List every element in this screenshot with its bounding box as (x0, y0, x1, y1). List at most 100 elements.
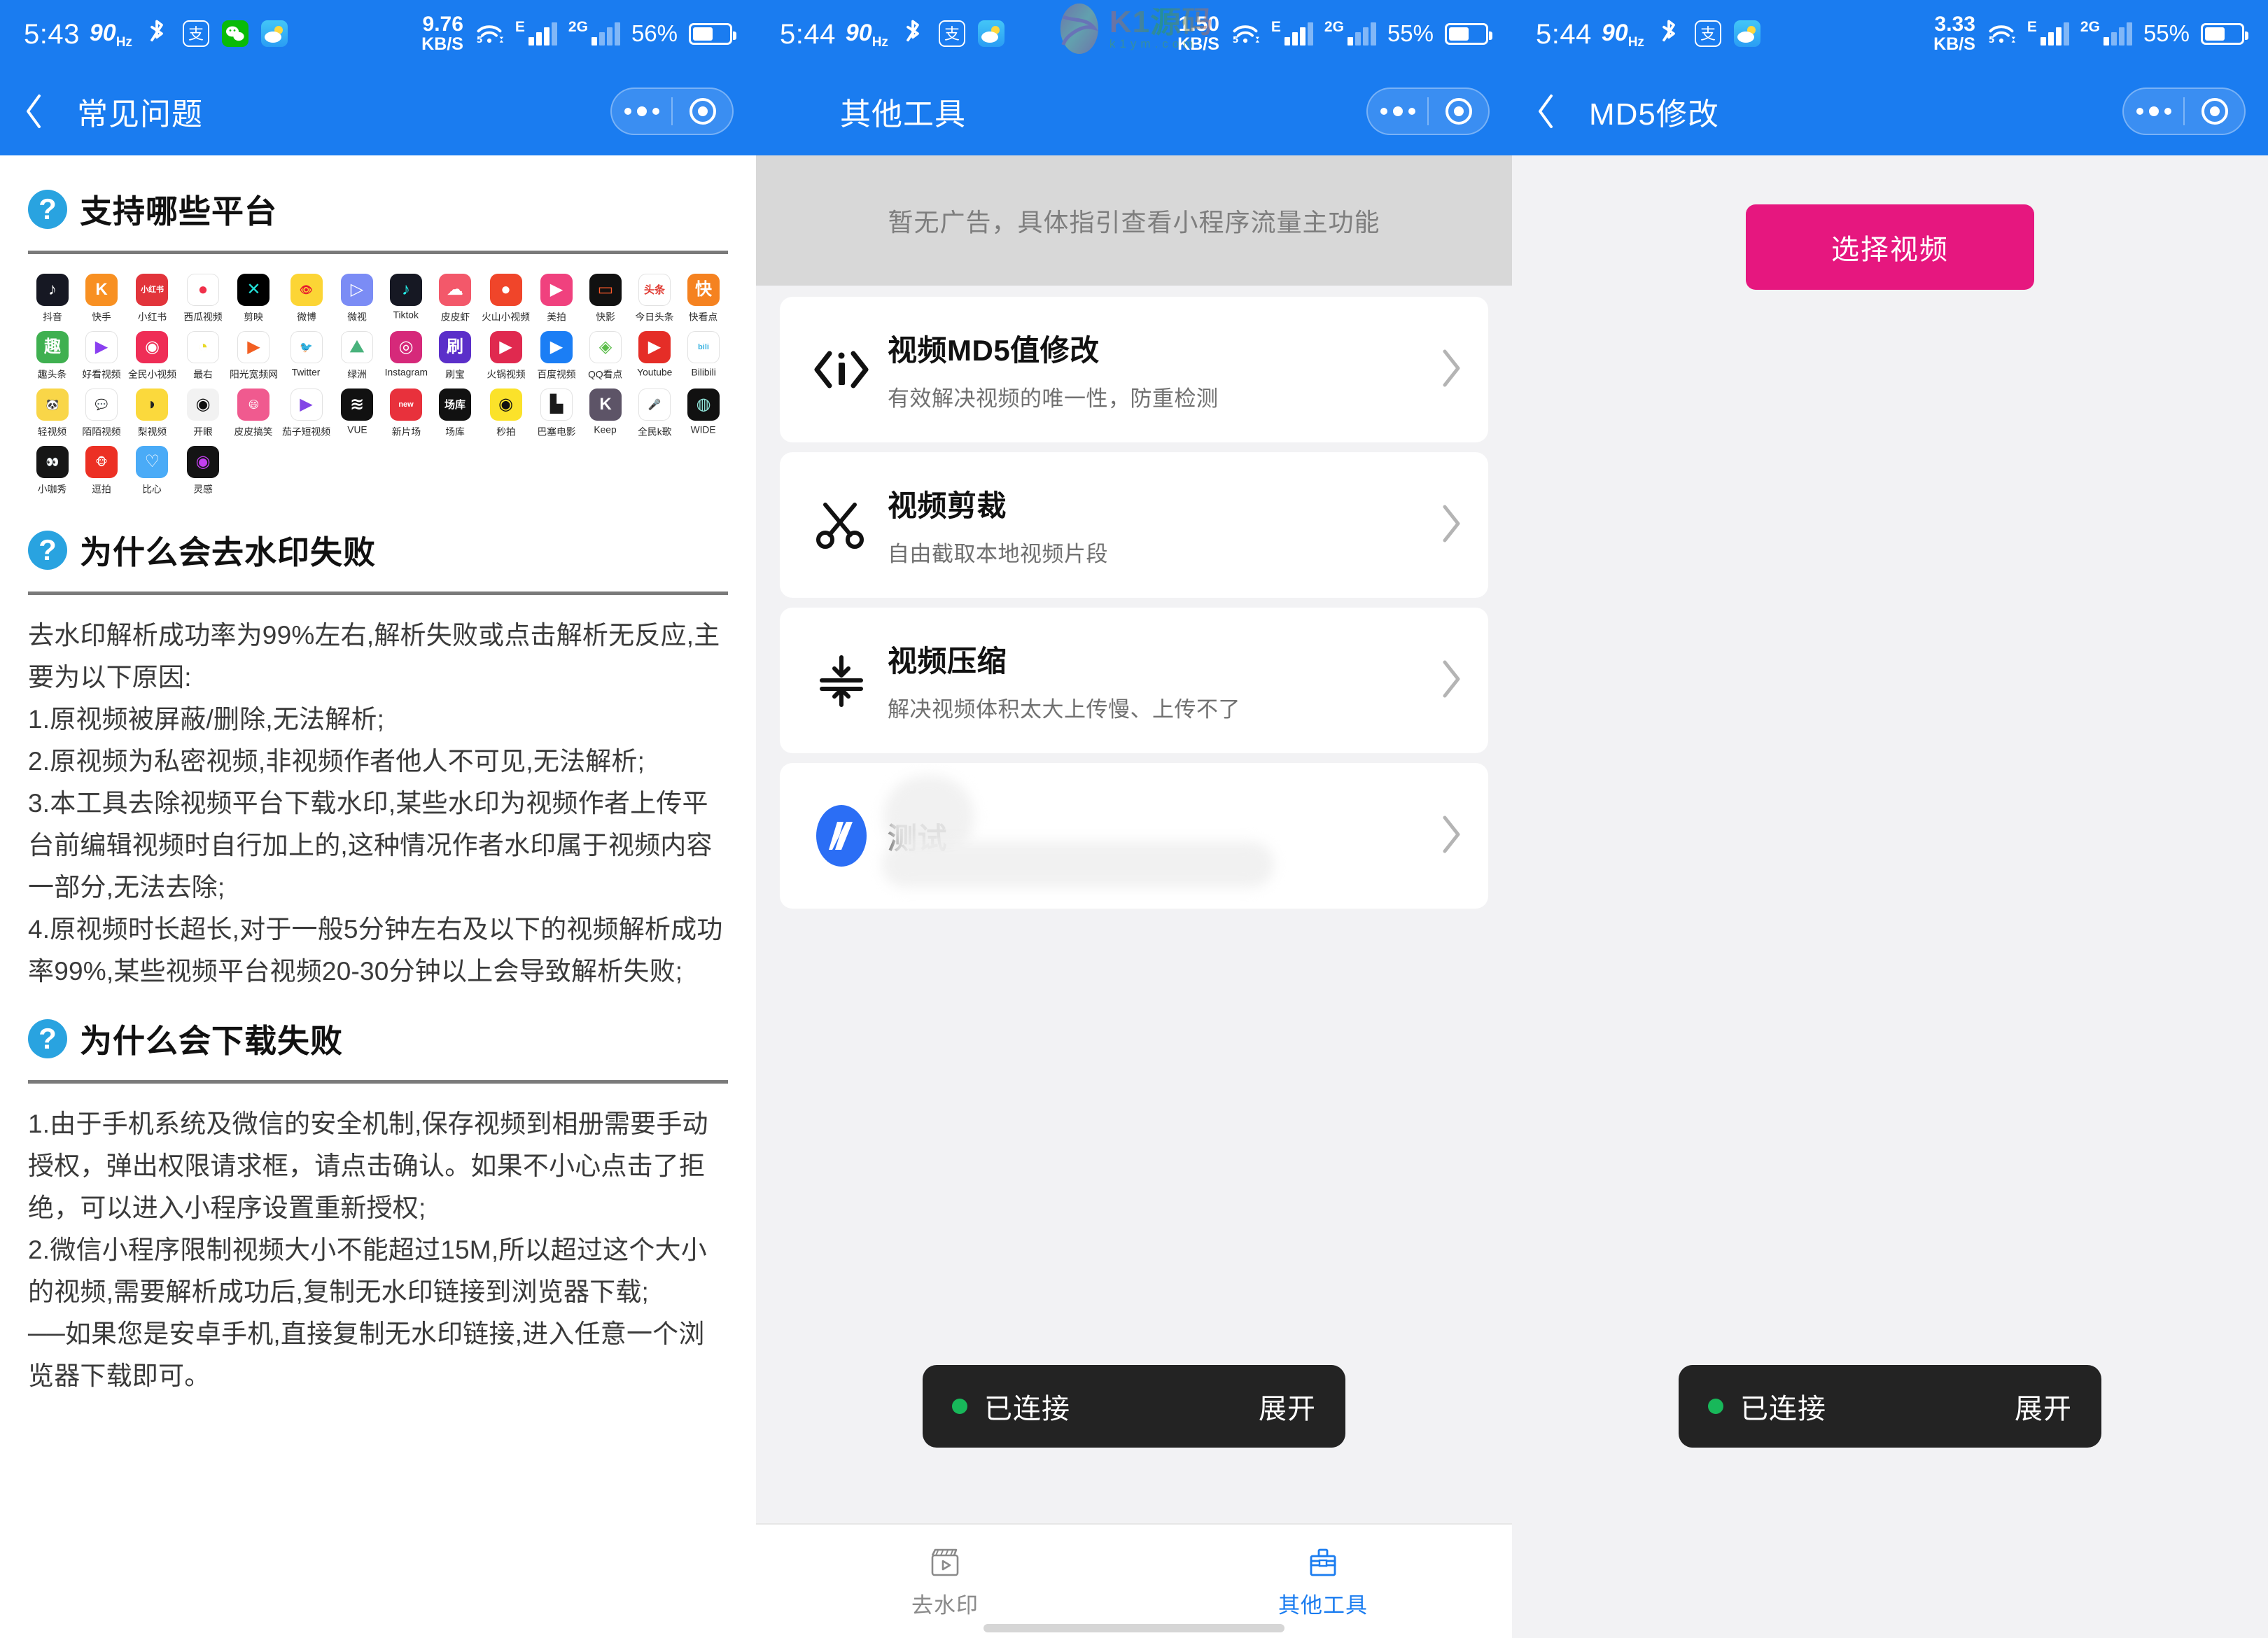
platform-label: 轻视频 (38, 426, 67, 438)
tool-card[interactable]: 视频压缩 解决视频体积太大上传慢、上传不了 (780, 608, 1488, 753)
twitter-icon: 🐦 (290, 331, 323, 363)
chevron-right-icon (1439, 348, 1463, 392)
weather-icon (260, 19, 289, 48)
platform-label: 巴塞电影 (537, 426, 576, 438)
network-speed: 9.76 KB/S (421, 12, 463, 54)
cellular-signal-2: 2G (568, 19, 620, 46)
tool-card[interactable]: 视频MD5值修改 有效解决视频的唯一性，防重检测 (780, 297, 1488, 442)
select-video-button[interactable]: 选择视频 (1746, 204, 2034, 290)
platform-label: 阳光宽频网 (229, 369, 278, 381)
zuiyou-icon: ◔ (186, 331, 219, 363)
tool-card[interactable]: 视频剪裁自由截取本地视频片段 (780, 452, 1488, 598)
platform-label: 比心 (142, 484, 162, 496)
platform-cell: ◎ Instagram (382, 331, 430, 382)
platform-label: 抖音 (43, 312, 62, 323)
navbar-faq: 常见问题 (0, 67, 756, 155)
platform-label: VUE (346, 424, 368, 436)
weishi-icon: ▷ (341, 274, 374, 306)
platform-label: 好看视频 (82, 369, 121, 381)
svg-text:支: 支 (188, 26, 204, 43)
bilibili-icon: bili (687, 331, 720, 363)
capsule-target-icon[interactable] (673, 98, 732, 125)
redaction-smudge (882, 841, 1274, 888)
toolbox-icon (1310, 1548, 1336, 1576)
tab-other-tools[interactable]: 其他工具 (1134, 1525, 1512, 1638)
faq-section-header-platforms: ? 支持哪些平台 (28, 155, 728, 232)
alipay-icon: 支 (937, 19, 967, 48)
network-speed: 3.33 KB/S (1933, 12, 1975, 54)
pipixia-icon: ☁ (439, 274, 471, 306)
capsule-target-icon[interactable] (2185, 98, 2244, 125)
svg-text:5: 5 (1989, 35, 1995, 46)
mini-program-capsule[interactable] (2122, 88, 2246, 135)
platform-cell: 👁 微博 (280, 274, 332, 324)
alipay-icon: 支 (1693, 19, 1723, 48)
code-info-icon (805, 340, 878, 400)
more-dots-icon[interactable] (1368, 106, 1427, 116)
platform-label: 茄子短视频 (282, 426, 331, 438)
status-left-group: 5:44 90Hz 支 (1536, 19, 1762, 49)
miaopai-icon: ◉ (489, 388, 522, 421)
instagram-icon: ◎ (390, 331, 423, 363)
pipigaoxiao-icon: 😄 (237, 388, 270, 421)
platform-cell: ◉ 秒拍 (479, 388, 532, 439)
tool-title: 视频剪裁 (888, 489, 1007, 522)
platform-label: 今日头条 (635, 312, 674, 323)
status-refresh-rate: 90Hz (845, 20, 888, 50)
youtube-icon: ▶ (638, 331, 671, 363)
back-icon[interactable] (1536, 92, 1574, 130)
network-speed: 1.50 KB/S (1177, 12, 1219, 54)
more-dots-icon[interactable] (612, 106, 671, 116)
home-indicator (983, 1624, 1284, 1632)
cellular-signal-1: E (515, 19, 557, 46)
back-icon[interactable] (24, 92, 62, 130)
compress-icon (805, 650, 878, 710)
mini-program-capsule[interactable] (610, 88, 734, 135)
quanminkge-icon: 🎤 (638, 388, 671, 421)
tool-card[interactable]: 测试 (780, 763, 1488, 909)
kuaikandian-icon: 快 (687, 274, 720, 306)
platform-label: 灵感 (193, 484, 213, 496)
faq-section-body: 去水印解析成功率为99%左右,解析失败或点击解析无反应,主要为以下原因: 1.原… (28, 621, 723, 986)
yangguang-icon: ▶ (237, 331, 270, 363)
platform-label: QQ看点 (588, 369, 623, 381)
status-dot-icon (1708, 1399, 1723, 1414)
cellular-signal-1: E (1271, 19, 1313, 46)
tiktok-icon: ♪ (390, 274, 423, 306)
connection-toast[interactable]: 已连接 展开 (1679, 1365, 2101, 1448)
page-title: 其他工具 (840, 97, 966, 132)
status-right-group: 9.76 KB/S 5 E 2G 56% (421, 12, 736, 54)
platform-cell: 👀 小咖秀 (28, 446, 77, 496)
svg-text:5: 5 (1233, 35, 1239, 46)
capsule-target-icon[interactable] (1429, 98, 1488, 125)
platform-label: 全民k歌 (637, 426, 672, 438)
cellular-signal-1: E (2027, 19, 2069, 46)
platform-label: 剪映 (244, 312, 264, 323)
platform-icon-grid: ♪ 抖音 K 快手 小红书 小红书 ● 西瓜视频 ✕ 剪映 👁 微博 ▷ 微视 ♪ Tiktok ☁ 皮皮虾 ● 火山… (28, 254, 728, 503)
platform-label: 微博 (296, 312, 316, 323)
tool-subtitle: 自由截取本地视频片段 (888, 542, 1108, 566)
platform-cell: ▷ 微视 (332, 274, 382, 324)
platform-label: 场库 (445, 426, 465, 438)
more-dots-icon[interactable] (2124, 106, 2183, 116)
douyin-icon: ♪ (36, 274, 69, 306)
platform-label: 最右 (193, 369, 213, 381)
tab-remove-watermark[interactable]: 去水印 (756, 1525, 1134, 1638)
svg-text:支: 支 (1700, 26, 1716, 43)
alipay-icon: 支 (181, 19, 211, 48)
status-right-group: 3.33 KB/S 5 E 2G 55% (1933, 12, 2248, 54)
expand-button[interactable]: 展开 (1259, 1386, 1316, 1427)
scissors-icon (805, 495, 878, 555)
expand-button[interactable]: 展开 (2015, 1386, 2072, 1427)
platform-label: Instagram (384, 367, 428, 379)
platform-cell: 快快看点 (679, 274, 728, 324)
xiaokaxiu-icon: 👀 (36, 446, 69, 478)
xinpianchang-icon: new (390, 388, 423, 421)
platform-cell: ◉ 灵感 (178, 446, 227, 496)
connection-toast[interactable]: 已连接 展开 (923, 1365, 1345, 1448)
mini-program-capsule[interactable] (1366, 88, 1490, 135)
platform-cell: ♪ 抖音 (28, 274, 77, 324)
wifi-icon: 5 (1987, 19, 2016, 48)
platform-label: Youtube (636, 367, 673, 379)
platform-cell: 😄 皮皮搞笑 (227, 388, 280, 439)
